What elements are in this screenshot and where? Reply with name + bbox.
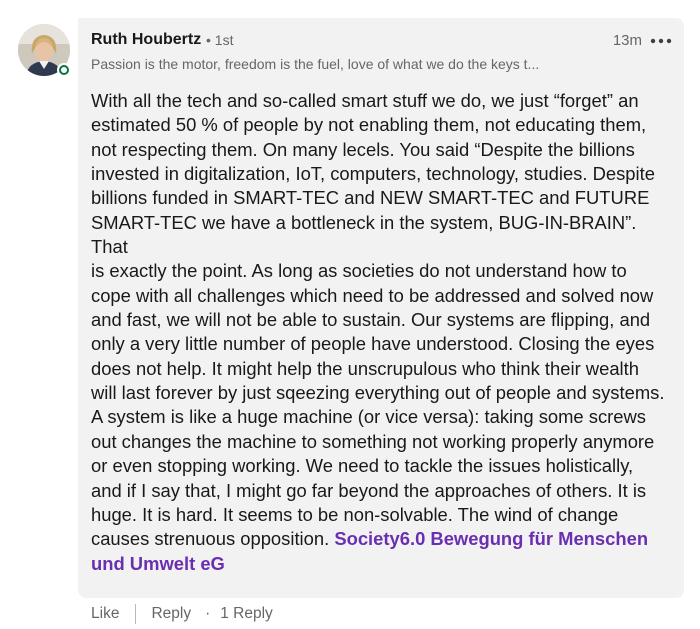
reply-button[interactable]: Reply [151,605,191,623]
more-options-button[interactable] [648,29,674,53]
like-button[interactable]: Like [91,605,119,623]
connection-degree: • 1st [206,32,234,48]
action-divider [135,604,137,624]
avatar-container[interactable] [18,24,71,77]
author-headline: Passion is the motor, freedom is the fue… [91,56,540,72]
comment-actions: Like Reply · 1 Reply [91,604,273,624]
ellipsis-icon [650,38,672,44]
comment-timestamp: 13m [612,32,642,49]
separator-dot: · [205,605,211,622]
online-status-indicator [57,63,71,77]
replies-count-link[interactable]: 1 Reply [220,605,273,623]
author-name[interactable]: Ruth Houbertz [91,31,201,49]
comment-body: With all the tech and so-called smart st… [91,90,665,574]
comment-bubble: Ruth Houbertz • 1st 13m Passion is the m… [78,18,684,598]
comment-header: Ruth Houbertz • 1st 13m [91,31,674,53]
